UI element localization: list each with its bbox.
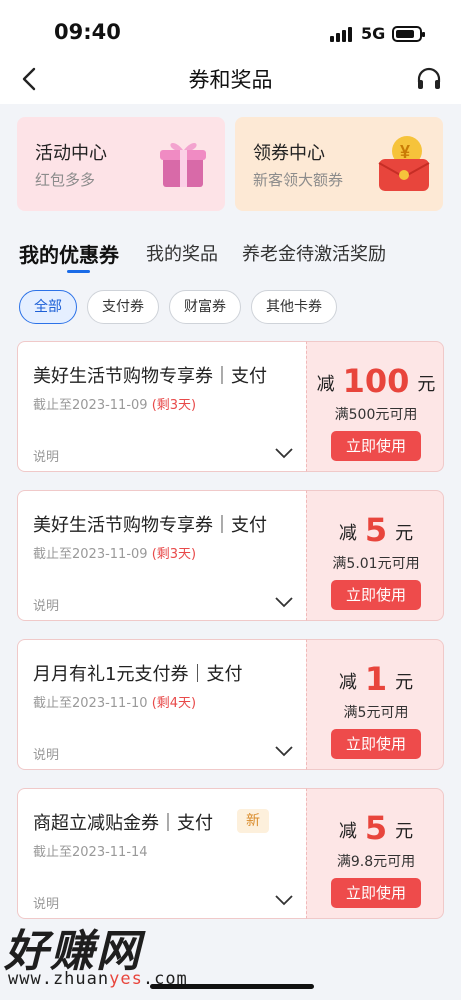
- use-now-button[interactable]: 立即使用: [331, 878, 421, 908]
- amount-prefix: 减: [338, 821, 357, 842]
- coupon-expiry: 截止至2023-11-10 (剩4天): [33, 692, 196, 711]
- coupon-value: 减5元 满9.8元可用 立即使用: [306, 788, 444, 919]
- coupon-amount: 5: [364, 511, 388, 549]
- use-now-button[interactable]: 立即使用: [331, 580, 421, 610]
- watermark-url-prefix: www.zhuan: [8, 969, 110, 989]
- coupon-remaining: (剩4天): [151, 696, 197, 711]
- coupon-amount-row: 减5元: [307, 809, 445, 847]
- new-badge: 新: [237, 809, 269, 833]
- coupon-card: 美好生活节购物专享券｜支付 截止至2023-11-09 (剩3天) 说明 减 10…: [17, 341, 444, 472]
- coupon-info: 商超立减贴金券｜支付 新 截止至2023-11-14 说明: [17, 788, 306, 919]
- red-envelope-icon: ¥: [378, 136, 430, 191]
- gift-box-icon: [160, 142, 206, 187]
- amount-prefix: 减: [338, 672, 357, 693]
- tab-my-prizes[interactable]: 我的奖品: [146, 240, 218, 266]
- headset-icon[interactable]: [414, 65, 444, 95]
- coupon-center-card[interactable]: 领券中心 新客领大额券 ¥: [235, 117, 443, 211]
- coupon-remaining: (剩3天): [151, 547, 197, 562]
- use-now-button[interactable]: 立即使用: [331, 431, 421, 461]
- chevron-down-icon[interactable]: [274, 893, 294, 907]
- coupon-info: 美好生活节购物专享券｜支付 截止至2023-11-09 (剩3天) 说明: [17, 341, 306, 472]
- amount-unit: 元: [395, 523, 414, 544]
- coupon-card: 商超立减贴金券｜支付 新 截止至2023-11-14 说明 减5元 满9.8元可…: [17, 788, 444, 919]
- coupon-info: 美好生活节购物专享券｜支付 截止至2023-11-09 (剩3天) 说明: [17, 490, 306, 621]
- amount-prefix: 减: [316, 374, 335, 395]
- coupon-amount: 1: [364, 660, 388, 698]
- coupon-value: 减1元 满5元可用 立即使用: [306, 639, 444, 770]
- coupon-date: 截止至2023-11-14: [33, 845, 148, 860]
- coupon-condition: 满5.01元可用: [332, 556, 420, 572]
- active-tab-indicator: [67, 270, 90, 273]
- coupon-title: 商超立减贴金券｜支付: [33, 813, 213, 834]
- chevron-down-icon[interactable]: [274, 446, 294, 460]
- activity-center-subtitle: 红包多多: [35, 171, 96, 189]
- status-time: 09:40: [54, 20, 121, 44]
- coupon-expiry: 截止至2023-11-09 (剩3天): [33, 394, 196, 413]
- chevron-down-icon[interactable]: [274, 595, 294, 609]
- watermark-url-highlight: yes: [109, 969, 143, 989]
- coupon-note[interactable]: 说明: [33, 893, 59, 912]
- coupon-value: 减5元 满5.01元可用 立即使用: [306, 490, 444, 621]
- coupon-card: 美好生活节购物专享券｜支付 截止至2023-11-09 (剩3天) 说明 减5元…: [17, 490, 444, 621]
- coupon-note[interactable]: 说明: [33, 744, 59, 763]
- coupon-condition: 满500元可用: [334, 407, 418, 423]
- coupon-amount: 5: [364, 809, 388, 847]
- home-indicator: [150, 984, 314, 989]
- activity-center-title: 活动中心: [35, 143, 107, 164]
- amount-unit: 元: [417, 374, 436, 395]
- coupon-title: 月月有礼1元支付券｜支付: [33, 664, 243, 685]
- coupon-expiry: 截止至2023-11-09 (剩3天): [33, 543, 196, 562]
- filter-wealth[interactable]: 财富券: [169, 290, 241, 324]
- coupon-center-title: 领券中心: [253, 143, 325, 164]
- coupon-title: 美好生活节购物专享券｜支付: [33, 366, 267, 387]
- coupon-note[interactable]: 说明: [33, 446, 59, 465]
- tab-pension-rewards[interactable]: 养老金待激活奖励: [242, 240, 386, 266]
- coupon-expiry: 截止至2023-11-14: [33, 841, 148, 860]
- coupon-title: 美好生活节购物专享券｜支付: [33, 515, 267, 536]
- coupon-condition: 满9.8元可用: [336, 854, 416, 870]
- battery-icon: [392, 26, 425, 42]
- use-now-button[interactable]: 立即使用: [331, 729, 421, 759]
- coupon-date: 截止至2023-11-09: [33, 547, 148, 562]
- coupon-amount-row: 减1元: [307, 660, 445, 698]
- tab-my-coupons[interactable]: 我的优惠券: [19, 239, 119, 268]
- coupon-tabs: 我的优惠券 我的奖品 养老金待激活奖励: [0, 236, 461, 276]
- filter-payment[interactable]: 支付券: [87, 290, 159, 324]
- coupon-amount: 100: [342, 362, 410, 400]
- coupon-amount-row: 减 100 元: [307, 362, 445, 400]
- status-bar: 09:40 5G: [0, 0, 461, 64]
- amount-unit: 元: [395, 821, 414, 842]
- amount-prefix: 减: [338, 523, 357, 544]
- coupon-info: 月月有礼1元支付券｜支付 截止至2023-11-10 (剩4天) 说明: [17, 639, 306, 770]
- coupon-condition: 满5元可用: [343, 705, 409, 721]
- coupon-date: 截止至2023-11-09: [33, 398, 148, 413]
- filter-all[interactable]: 全部: [19, 290, 77, 324]
- coupon-remaining: (剩3天): [151, 398, 197, 413]
- signal-icon: [330, 26, 352, 42]
- page-title: 券和奖品: [188, 68, 273, 92]
- nav-bar: 券和奖品: [0, 56, 461, 104]
- coupon-value: 减 100 元 满500元可用 立即使用: [306, 341, 444, 472]
- coupon-note[interactable]: 说明: [33, 595, 59, 614]
- chevron-down-icon[interactable]: [274, 744, 294, 758]
- coupon-amount-row: 减5元: [307, 511, 445, 549]
- amount-unit: 元: [395, 672, 414, 693]
- coupon-card: 月月有礼1元支付券｜支付 截止至2023-11-10 (剩4天) 说明 减1元 …: [17, 639, 444, 770]
- network-label: 5G: [361, 24, 386, 43]
- coupon-center-subtitle: 新客领大额券: [253, 171, 344, 189]
- coupon-date: 截止至2023-11-10: [33, 696, 148, 711]
- filter-other[interactable]: 其他卡券: [251, 290, 337, 324]
- activity-center-card[interactable]: 活动中心 红包多多: [17, 117, 225, 211]
